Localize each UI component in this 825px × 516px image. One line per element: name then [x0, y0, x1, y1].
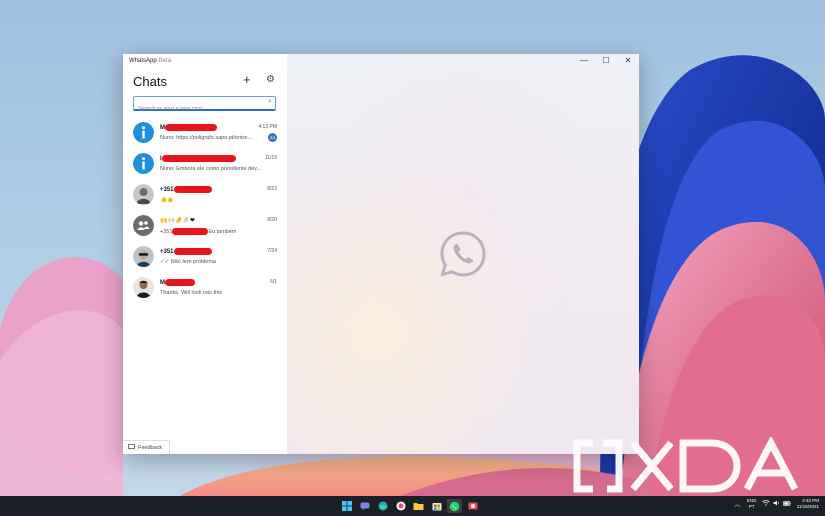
search-input[interactable]	[134, 103, 263, 115]
conversation-pane	[287, 54, 639, 454]
chat-sidebar: WhatsAppBeta Chats + ⚙ ⌕ M Nuno: https:/…	[123, 54, 287, 454]
chats-heading: Chats	[133, 74, 167, 89]
maximize-button[interactable]: ☐	[595, 54, 617, 68]
whatsapp-window: WhatsAppBeta Chats + ⚙ ⌕ M Nuno: https:/…	[123, 54, 639, 454]
redaction-mark	[173, 248, 212, 255]
window-title: WhatsApp Beta	[129, 58, 171, 64]
chat-time: 7/24	[267, 248, 277, 254]
file-explorer-icon[interactable]	[411, 499, 426, 513]
group-avatar-icon	[133, 215, 154, 236]
system-tray: ︿ ENG PT 4:40 PM 11/16/2021	[734, 498, 819, 510]
chat-name: M	[160, 124, 217, 131]
redaction-mark	[172, 228, 209, 235]
store-icon[interactable]	[429, 499, 444, 513]
contact-photo-avatar	[133, 246, 154, 267]
xda-watermark-logo	[573, 437, 799, 493]
contact-photo-avatar	[133, 277, 154, 298]
edge-icon[interactable]	[375, 499, 390, 513]
feedback-button[interactable]: Feedback	[123, 440, 170, 454]
beta-badge: Beta	[158, 58, 172, 64]
snipping-tool-icon[interactable]	[465, 499, 480, 513]
new-chat-button[interactable]: +	[243, 73, 251, 86]
clock[interactable]: 4:40 PM 11/16/2021	[797, 498, 819, 510]
chat-list-item[interactable]: +351 👍👍 8/23	[123, 182, 287, 212]
chat-list-item[interactable]: M Nuno: https://poligrafo.sapo.pt/entre.…	[123, 120, 287, 150]
chat-preview: Thanks. Will look into this	[160, 290, 223, 296]
chat-preview: ✓✓ Não tem problema	[160, 259, 216, 265]
search-icon[interactable]: ⌕	[268, 98, 272, 106]
chat-time: 4:13 PM	[258, 124, 277, 130]
chat-time: 11/15	[264, 155, 277, 161]
redaction-mark	[161, 155, 236, 162]
redaction-mark	[165, 279, 195, 286]
chat-list-item[interactable]: M Thanks. Will look into this 6/1	[123, 275, 287, 305]
chat-list-item[interactable]: I Nuno: Embora ele como presidente dev..…	[123, 151, 287, 181]
app-name: WhatsApp	[129, 58, 157, 64]
unread-badge: 14	[268, 133, 277, 142]
close-button[interactable]: ✕	[617, 54, 639, 68]
windows-start-icon[interactable]	[339, 499, 354, 513]
chat-name: I	[160, 155, 236, 162]
redaction-mark	[173, 186, 212, 193]
chat-name: M	[160, 279, 195, 286]
teams-chat-icon[interactable]	[357, 499, 372, 513]
gear-icon: ⚙	[266, 74, 275, 85]
chat-preview: Nuno: https://poligrafo.sapo.pt/entre...	[160, 135, 253, 141]
chat-list-item[interactable]: 🙌🙌🏻🤌🤌🏻❤ +351 Eu também 8/20	[123, 213, 287, 243]
chat-name: +351	[160, 248, 212, 255]
search-box: ⌕	[133, 96, 276, 115]
whatsapp-icon[interactable]	[447, 499, 462, 513]
battery-icon	[782, 501, 791, 508]
window-controls: — ☐ ✕	[573, 54, 639, 68]
volume-icon	[773, 500, 783, 508]
info-avatar-icon	[133, 153, 154, 174]
settings-button[interactable]: ⚙	[266, 75, 275, 85]
photos-icon[interactable]	[393, 499, 408, 513]
chat-time: 6/1	[270, 279, 277, 285]
language-bottom: PT	[748, 504, 755, 509]
plus-icon: +	[243, 72, 251, 87]
chat-list-item[interactable]: +351 ✓✓ Não tem problema 7/24	[123, 244, 287, 274]
chat-name: 🙌🙌🏻🤌🤌🏻❤	[160, 218, 195, 224]
whatsapp-logo-icon	[440, 231, 486, 277]
info-avatar-icon	[133, 122, 154, 143]
language-indicator[interactable]: ENG PT	[747, 498, 757, 510]
chevron-up-icon[interactable]: ︿	[734, 499, 741, 509]
redaction-mark	[165, 124, 217, 131]
chat-name: +351	[160, 186, 212, 193]
chat-preview: +351 Eu também	[160, 228, 237, 235]
quick-settings[interactable]	[762, 500, 791, 508]
contact-photo-avatar	[133, 184, 154, 205]
wifi-icon	[762, 500, 773, 508]
feedback-icon	[128, 443, 135, 452]
chat-preview: Nuno: Embora ele como presidente dev...	[160, 166, 262, 172]
chat-preview: 👍👍	[160, 197, 174, 203]
chat-time: 8/23	[267, 186, 277, 192]
feedback-label: Feedback	[138, 444, 163, 451]
taskbar-apps	[339, 499, 480, 513]
clock-date: 11/16/2021	[796, 504, 819, 509]
minimize-button[interactable]: —	[573, 54, 595, 68]
chat-time: 8/20	[267, 217, 277, 223]
taskbar: ︿ ENG PT 4:40 PM 11/16/2021	[0, 496, 825, 516]
